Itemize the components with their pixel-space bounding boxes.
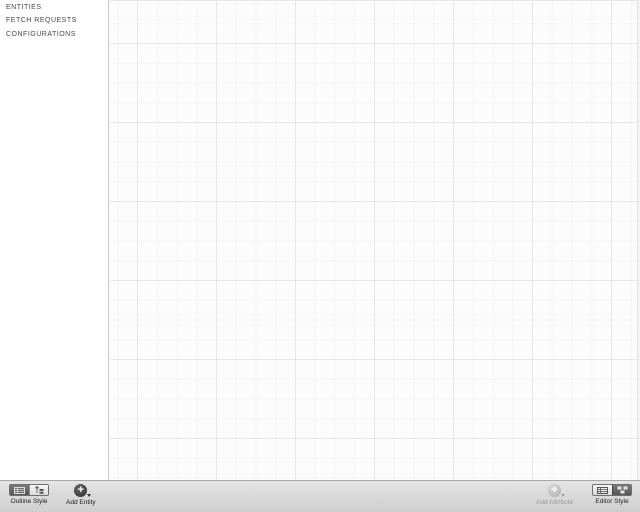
add-attribute-button[interactable]: +: [548, 484, 566, 497]
tree-icon: [35, 486, 43, 494]
editor-style-table-segment[interactable]: [593, 485, 612, 495]
section-fetch-requests[interactable]: FETCH REQUESTS: [6, 17, 77, 24]
editor-style-graph-segment[interactable]: [612, 485, 631, 495]
data-model-editor: ENTITIES FETCH REQUESTS CONFIGURATIONS O…: [0, 0, 640, 512]
graph-icon: [617, 486, 627, 494]
bottom-toolbar: Outline Style + Add Entity + Add Attribu…: [0, 480, 640, 512]
add-attribute-control: + Add Attribute: [536, 484, 573, 512]
table-icon: [14, 486, 25, 494]
add-entity-button[interactable]: +: [74, 484, 92, 497]
editor-style-segmented: [592, 484, 632, 496]
plus-circle-icon: +: [551, 484, 558, 496]
dropdown-arrow-icon: [561, 494, 566, 497]
section-entities[interactable]: ENTITIES: [6, 4, 42, 11]
outline-style-segmented: [9, 484, 49, 496]
dropdown-arrow-icon: [87, 494, 92, 497]
outline-sidebar: ENTITIES FETCH REQUESTS CONFIGURATIONS: [0, 0, 109, 480]
add-entity-control: + Add Entity: [66, 484, 96, 512]
add-entity-label: Add Entity: [66, 499, 96, 506]
outline-style-tree-segment[interactable]: [29, 485, 48, 495]
section-configurations[interactable]: CONFIGURATIONS: [6, 31, 76, 38]
add-attribute-label: Add Attribute: [536, 499, 574, 506]
table-icon: [597, 486, 608, 494]
outline-style-control: Outline Style: [9, 484, 49, 512]
graph-canvas[interactable]: [110, 0, 640, 480]
outline-style-label: Outline Style: [10, 498, 48, 505]
outline-style-table-segment[interactable]: [10, 485, 29, 495]
editor-style-control: Editor Style: [592, 484, 632, 512]
editor-style-label: Editor Style: [595, 498, 629, 505]
plus-circle-icon: +: [77, 484, 85, 496]
